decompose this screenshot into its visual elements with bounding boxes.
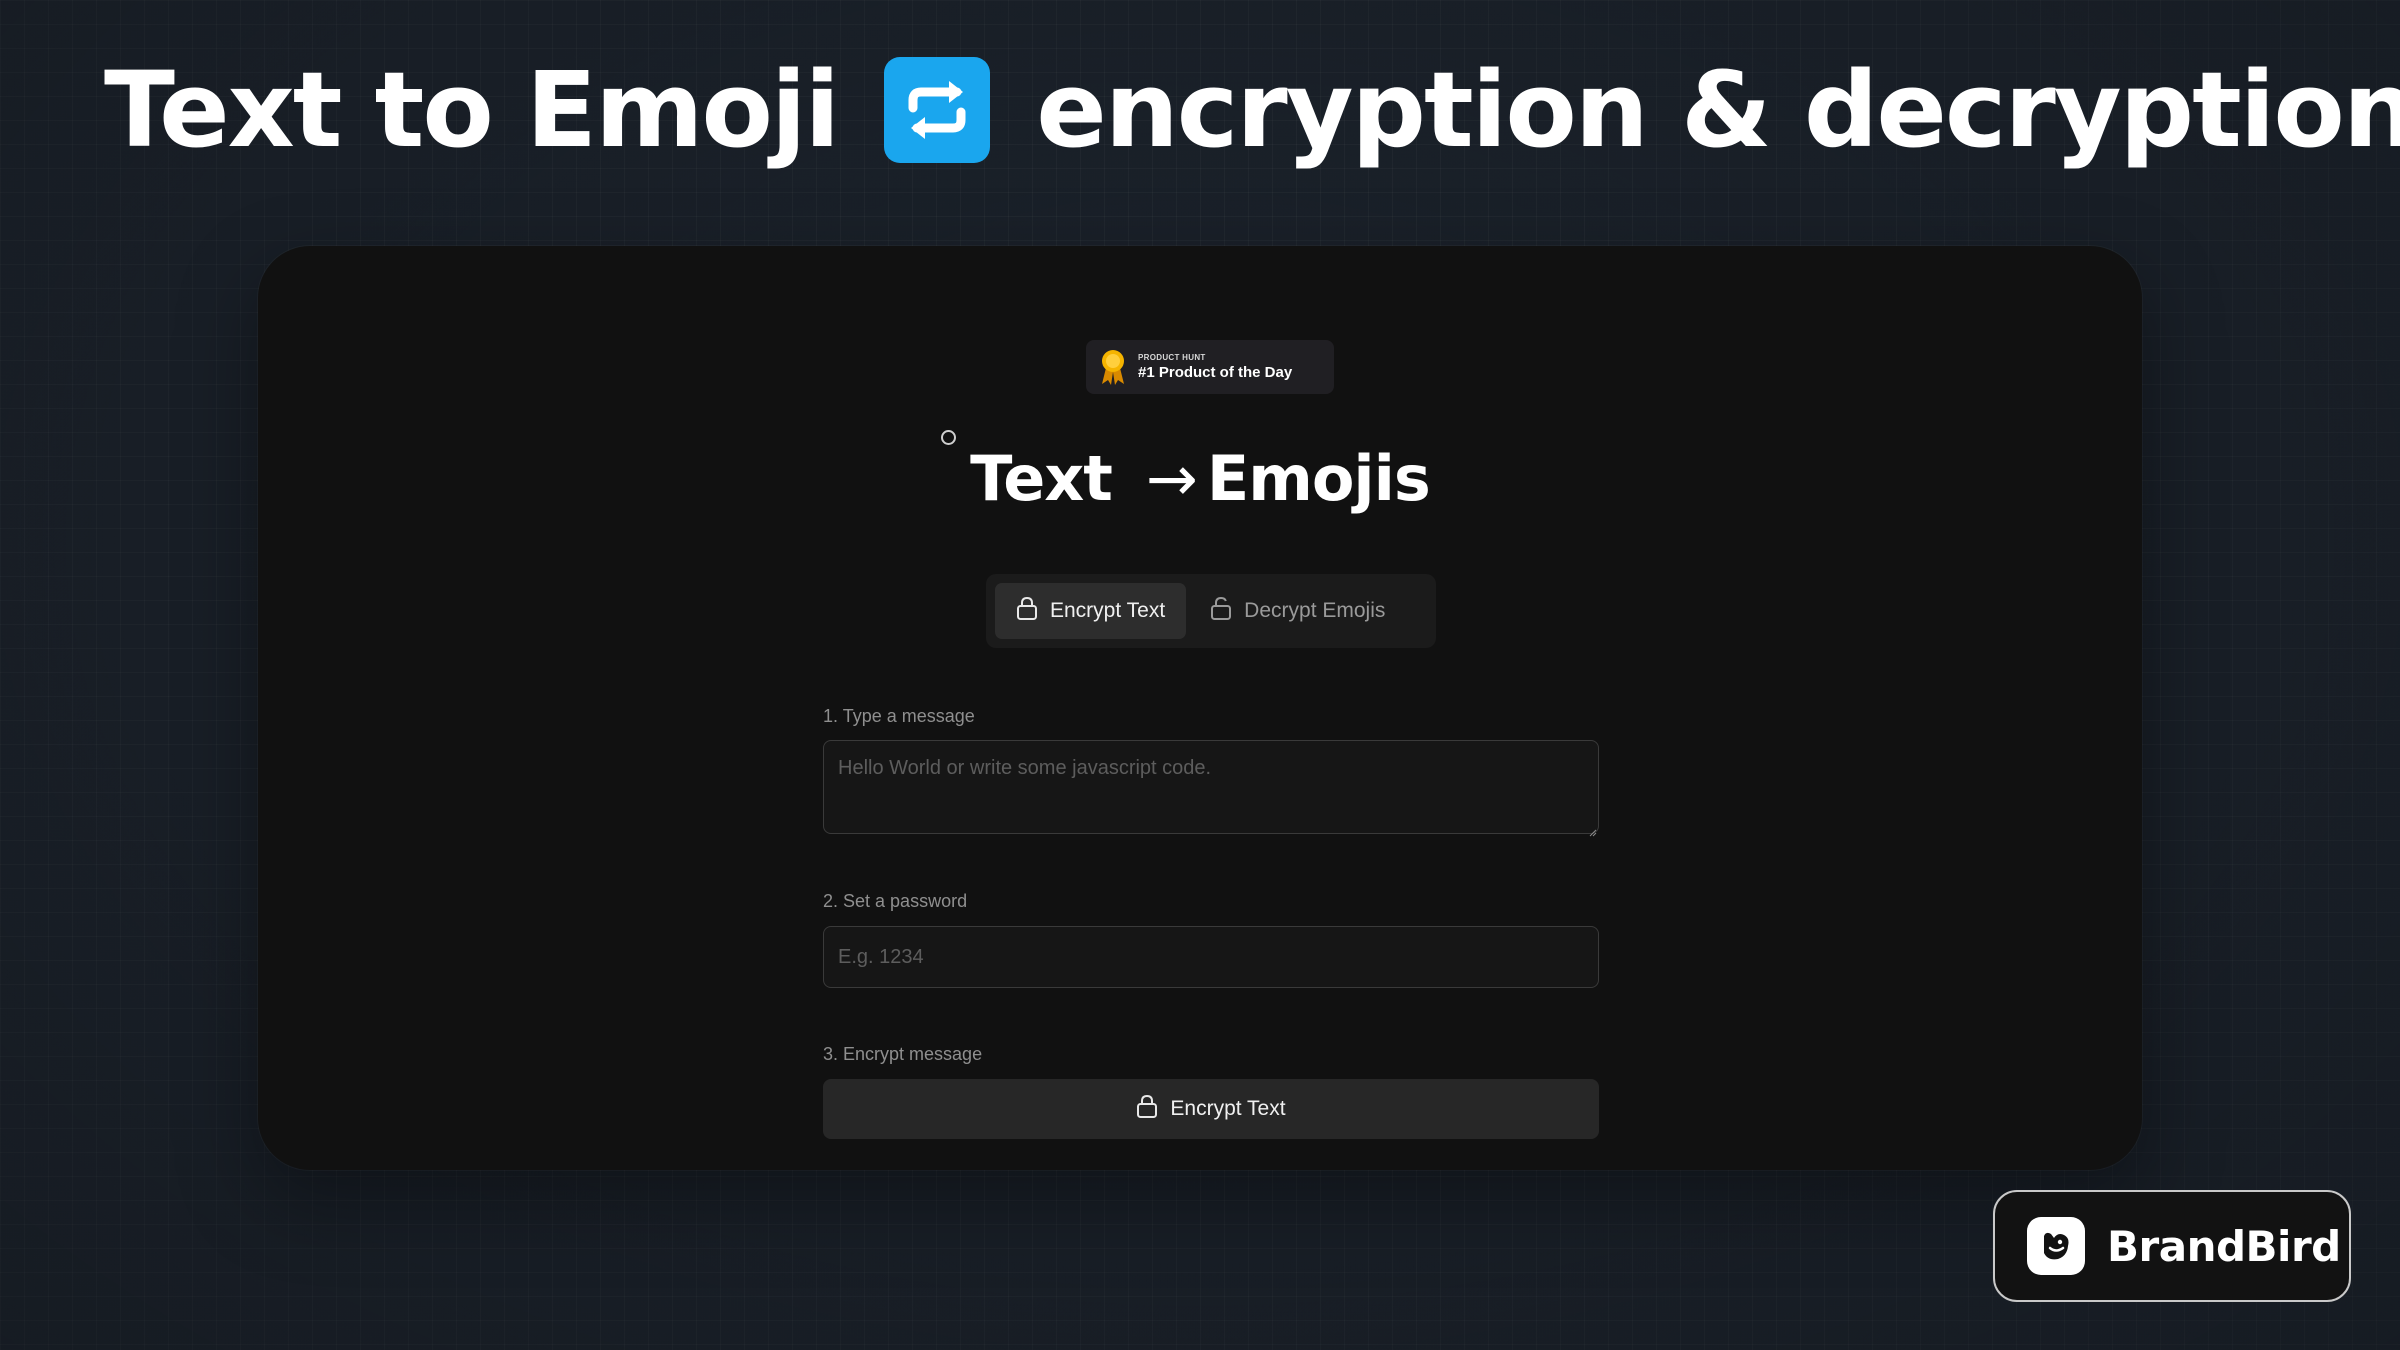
medal-icon bbox=[1098, 348, 1128, 386]
product-hunt-badge-text: PRODUCT HUNT #1 Product of the Day bbox=[1138, 353, 1293, 381]
tab-encrypt-text[interactable]: Encrypt Text bbox=[995, 583, 1187, 639]
brandbird-watermark: BrandBird bbox=[1993, 1190, 2351, 1302]
brandbird-name: BrandBird bbox=[2107, 1221, 2341, 1271]
product-hunt-badge[interactable]: PRODUCT HUNT #1 Product of the Day bbox=[1086, 340, 1334, 394]
right-arrow-icon: → bbox=[1145, 442, 1198, 515]
tab-decrypt-emojis[interactable]: Decrypt Emojis bbox=[1194, 583, 1406, 639]
resize-grip-icon[interactable] bbox=[1589, 824, 1597, 837]
app-card: PRODUCT HUNT #1 Product of the Day Text →… bbox=[258, 246, 2142, 1170]
message-textarea[interactable] bbox=[823, 740, 1599, 834]
lock-icon bbox=[1136, 1094, 1158, 1124]
lock-icon bbox=[1016, 596, 1038, 626]
app-title-right: Emojis bbox=[1206, 442, 1431, 515]
encrypt-label: 3. Encrypt message bbox=[823, 1044, 983, 1064]
encrypt-button[interactable]: Encrypt Text bbox=[823, 1079, 1599, 1139]
brandbird-logo-icon bbox=[2027, 1217, 2085, 1275]
app-title: Text → Emojis bbox=[258, 442, 2142, 515]
badge-title: #1 Product of the Day bbox=[1138, 364, 1293, 381]
badge-source: PRODUCT HUNT bbox=[1138, 353, 1206, 362]
headline-text-right: encryption & decryption. bbox=[1036, 49, 2400, 171]
message-label: 1. Type a message bbox=[823, 706, 975, 726]
encrypt-button-label: Encrypt Text bbox=[1170, 1097, 1286, 1120]
mode-tabs: Encrypt Text Decrypt Emojis bbox=[986, 574, 1436, 648]
app-title-left: Text bbox=[970, 442, 1113, 515]
repeat-button-emoji-icon bbox=[884, 57, 991, 163]
password-label: 2. Set a password bbox=[823, 891, 968, 911]
tab-encrypt-label: Encrypt Text bbox=[1050, 599, 1166, 622]
tab-decrypt-label: Decrypt Emojis bbox=[1244, 599, 1386, 622]
unlock-icon bbox=[1210, 596, 1232, 626]
headline-text-left: Text to Emoji bbox=[104, 49, 840, 171]
headline: Text to Emoji encryption & decryption. bbox=[104, 40, 2400, 180]
password-input[interactable] bbox=[823, 926, 1599, 988]
